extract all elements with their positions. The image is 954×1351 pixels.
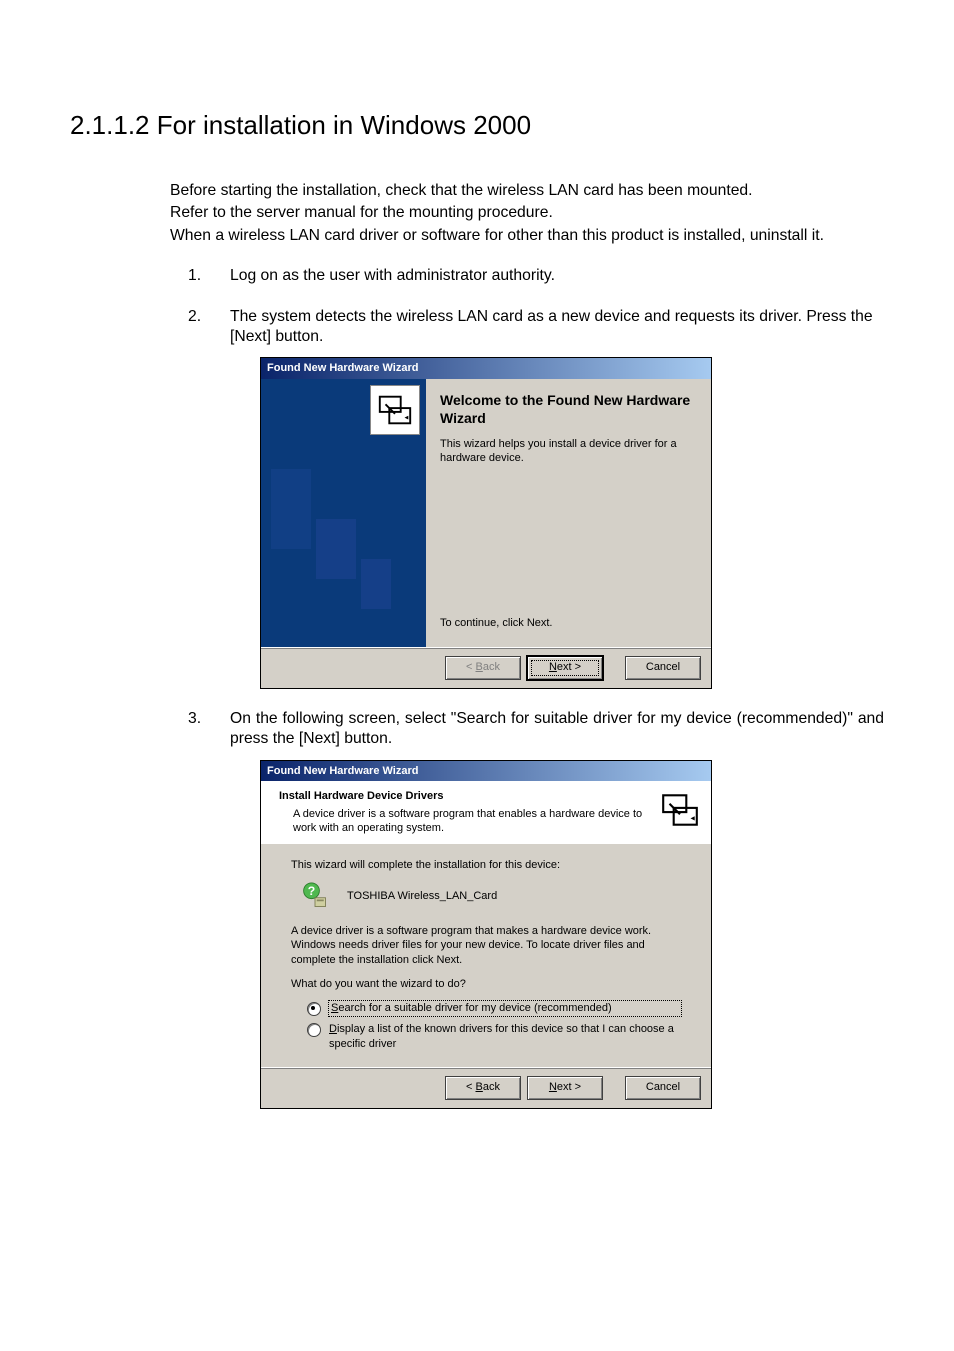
step-list: 1. Log on as the user with administrator… bbox=[170, 266, 884, 1109]
svg-text:?: ? bbox=[308, 884, 315, 898]
device-name: TOSHIBA Wireless_LAN_Card bbox=[347, 889, 497, 903]
hardware-icon bbox=[659, 789, 701, 831]
cancel-button[interactable]: Cancel bbox=[625, 656, 701, 680]
dialog-text: This wizard will complete the installati… bbox=[291, 858, 681, 872]
radio-option-display-list[interactable]: Display a list of the known drivers for … bbox=[307, 1022, 681, 1051]
dialog-titlebar: Found New Hardware Wizard bbox=[261, 761, 711, 781]
step-item: 1. Log on as the user with administrator… bbox=[170, 266, 884, 286]
section-heading: 2.1.1.2 For installation in Windows 2000 bbox=[70, 110, 884, 141]
wizard-dialog-install-drivers: Found New Hardware Wizard Install Hardwa… bbox=[260, 760, 712, 1109]
dialog-question: What do you want the wizard to do? bbox=[291, 977, 681, 991]
radio-label: Display a list of the known drivers for … bbox=[329, 1022, 681, 1051]
next-button[interactable]: Next > bbox=[527, 1076, 603, 1100]
dialog-titlebar: Found New Hardware Wizard bbox=[261, 358, 711, 378]
dialog-continue-text: To continue, click Next. bbox=[440, 616, 697, 630]
intro-line: When a wireless LAN card driver or softw… bbox=[170, 226, 884, 246]
radio-icon bbox=[307, 1023, 321, 1037]
dialog-body-text: This wizard helps you install a device d… bbox=[440, 437, 697, 466]
step-number: 3. bbox=[188, 709, 201, 729]
document-page: 2.1.1.2 For installation in Windows 2000… bbox=[0, 0, 954, 1351]
dialog-content: This wizard will complete the installati… bbox=[261, 844, 711, 1067]
intro-line: Refer to the server manual for the mount… bbox=[170, 203, 884, 223]
dialog-side-graphic bbox=[261, 379, 426, 647]
body-block: Before starting the installation, check … bbox=[170, 181, 884, 1109]
dialog-header-title: Install Hardware Device Drivers bbox=[279, 789, 659, 803]
step-text: The system detects the wireless LAN card… bbox=[230, 307, 884, 348]
hardware-icon bbox=[370, 385, 420, 435]
step-text: On the following screen, select "Search … bbox=[230, 709, 884, 750]
dialog-footer: < Back Next > Cancel bbox=[261, 647, 711, 688]
intro-paragraph: Before starting the installation, check … bbox=[170, 181, 884, 246]
dialog-footer: < Back Next > Cancel bbox=[261, 1067, 711, 1108]
dialog-text: A device driver is a software program th… bbox=[291, 924, 681, 967]
step-item: 3. On the following screen, select "Sear… bbox=[170, 709, 884, 1109]
question-device-icon: ? bbox=[301, 882, 329, 910]
dialog-header-subtitle: A device driver is a software program th… bbox=[279, 807, 659, 836]
back-button[interactable]: < Back bbox=[445, 656, 521, 680]
radio-option-search[interactable]: Search for a suitable driver for my devi… bbox=[307, 1001, 681, 1016]
back-button[interactable]: < Back bbox=[445, 1076, 521, 1100]
radio-icon bbox=[307, 1002, 321, 1016]
step-text: Log on as the user with administrator au… bbox=[230, 266, 884, 286]
cancel-button[interactable]: Cancel bbox=[625, 1076, 701, 1100]
step-number: 1. bbox=[188, 266, 201, 286]
wizard-dialog-welcome: Found New Hardware Wizard bbox=[260, 357, 712, 688]
step-item: 2. The system detects the wireless LAN c… bbox=[170, 307, 884, 689]
dialog-heading: Welcome to the Found New Hardware Wizard bbox=[440, 391, 697, 427]
step-number: 2. bbox=[188, 307, 201, 327]
device-row: ? TOSHIBA Wireless_LAN_Card bbox=[301, 882, 681, 910]
dialog-header: Install Hardware Device Drivers A device… bbox=[261, 781, 711, 844]
radio-label: Search for a suitable driver for my devi… bbox=[329, 1001, 681, 1015]
next-button[interactable]: Next > bbox=[527, 656, 603, 680]
intro-line: Before starting the installation, check … bbox=[170, 181, 884, 201]
